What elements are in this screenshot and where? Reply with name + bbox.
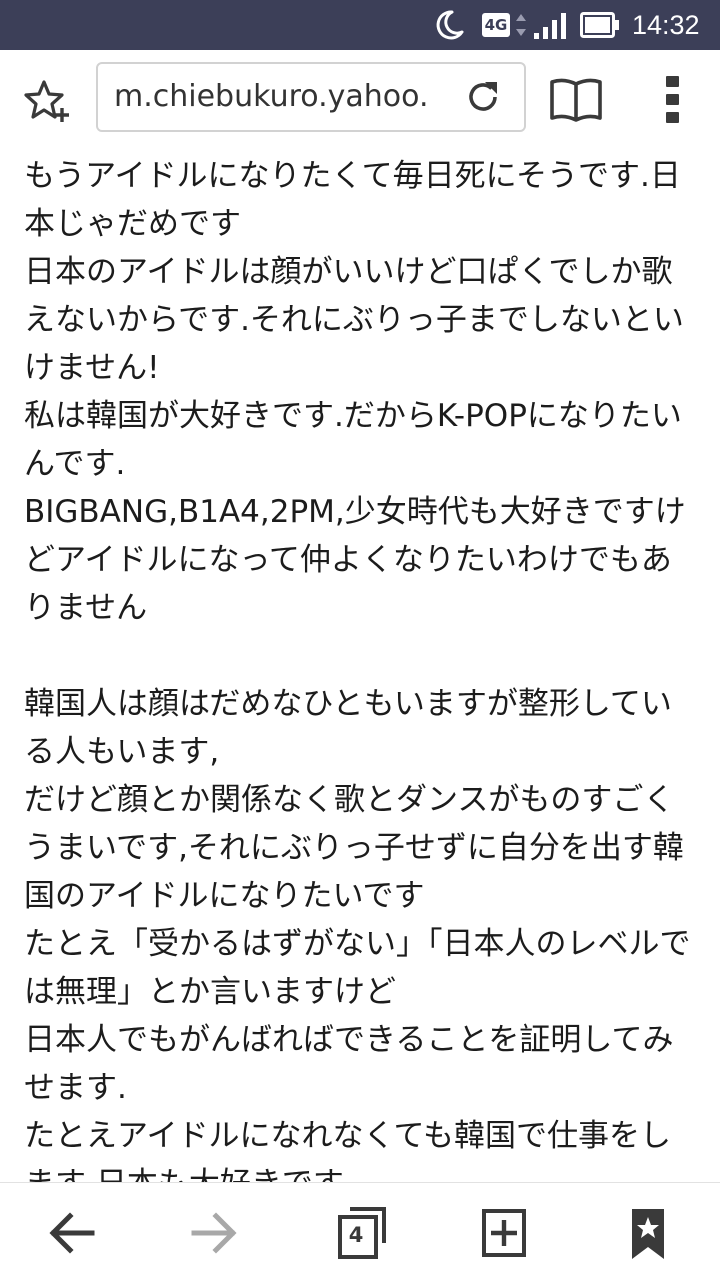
battery-icon bbox=[580, 12, 619, 38]
data-arrows-icon bbox=[516, 14, 526, 36]
overflow-menu-icon[interactable] bbox=[658, 72, 688, 128]
browser-screen: 4G 14:32 m.chiebukuro.yahoo. もうアイドルになりたく… bbox=[0, 0, 720, 1280]
reload-icon[interactable] bbox=[464, 78, 502, 116]
bookmarks-icon[interactable] bbox=[620, 1205, 676, 1261]
url-text[interactable]: m.chiebukuro.yahoo. bbox=[114, 64, 459, 130]
page-content[interactable]: もうアイドルになりたくて毎日死にそうです.日本じゃだめです 日本のアイドルは顔が… bbox=[0, 146, 720, 1182]
status-time: 14:32 bbox=[632, 10, 700, 40]
reader-icon[interactable] bbox=[548, 74, 604, 124]
forward-arrow-icon[interactable] bbox=[186, 1205, 242, 1261]
bottom-navigation: 4 bbox=[0, 1182, 720, 1280]
signal-icon bbox=[534, 13, 566, 39]
network-4g-icon: 4G bbox=[482, 13, 510, 37]
url-bar[interactable]: m.chiebukuro.yahoo. bbox=[96, 62, 526, 132]
moon-icon bbox=[436, 10, 464, 40]
status-bar: 4G 14:32 bbox=[0, 0, 720, 50]
new-tab-icon[interactable] bbox=[476, 1205, 532, 1261]
star-add-icon[interactable] bbox=[22, 76, 72, 126]
browser-toolbar: m.chiebukuro.yahoo. bbox=[0, 50, 720, 146]
back-arrow-icon[interactable] bbox=[44, 1205, 100, 1261]
tabs-button[interactable]: 4 bbox=[334, 1205, 390, 1261]
article-text: もうアイドルになりたくて毎日死にそうです.日本じゃだめです 日本のアイドルは顔が… bbox=[24, 158, 691, 1182]
tab-count: 4 bbox=[348, 1223, 364, 1247]
